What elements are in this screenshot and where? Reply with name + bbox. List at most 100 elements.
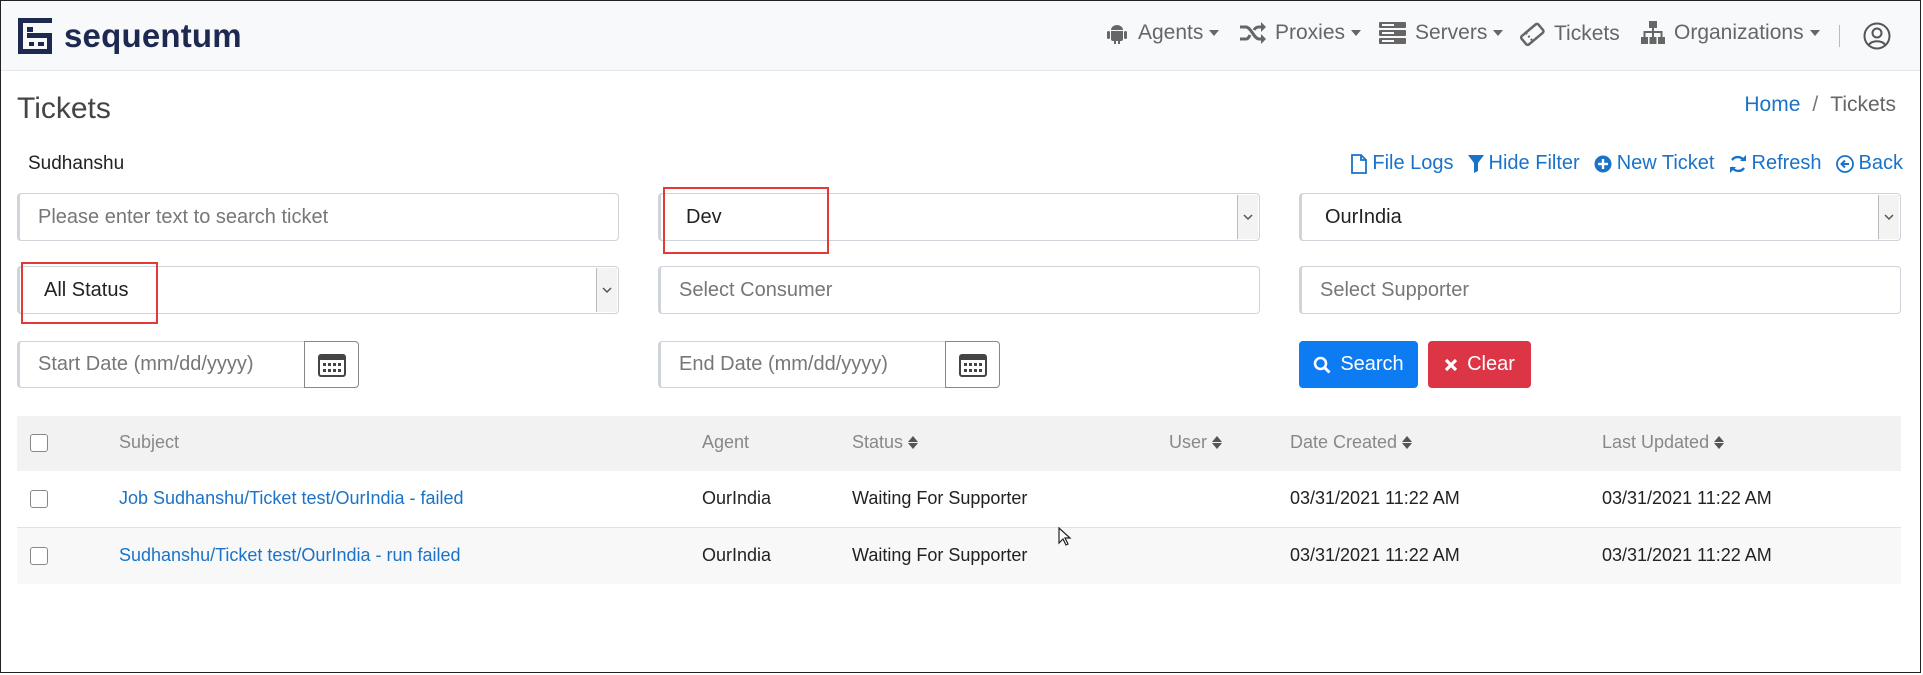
search-button-label: Search <box>1340 353 1404 375</box>
calendar-icon <box>958 353 987 377</box>
mouse-cursor-icon <box>1058 527 1072 546</box>
sort-icon <box>1402 436 1413 449</box>
start-date-picker-button[interactable] <box>304 341 359 388</box>
search-button[interactable]: Search <box>1299 341 1418 388</box>
nav-organizations-label: Organizations <box>1674 21 1804 44</box>
new-ticket-label: New Ticket <box>1616 152 1715 174</box>
chevron-down-icon <box>1493 30 1504 36</box>
sitemap-icon <box>1641 21 1665 44</box>
table-row[interactable]: Job Sudhanshu/Ticket test/OurIndia - fai… <box>17 471 1901 528</box>
nav-agents[interactable]: Agents <box>1105 21 1220 45</box>
column-status-label: Status <box>852 432 904 452</box>
end-date-picker-button[interactable] <box>945 341 1000 388</box>
nav-organizations[interactable]: Organizations <box>1641 21 1820 45</box>
sort-icon <box>1212 436 1223 449</box>
hide-filter-link[interactable]: Hide Filter <box>1467 152 1580 175</box>
supporter-select[interactable]: Select Supporter <box>1299 266 1901 314</box>
consumer-select[interactable]: Select Consumer <box>658 266 1260 314</box>
column-last-updated[interactable]: Last Updated <box>1602 432 1725 453</box>
chevron-down-icon <box>1351 30 1362 36</box>
breadcrumb-home[interactable]: Home <box>1744 93 1800 117</box>
column-user-label: User <box>1169 432 1208 452</box>
nav-servers[interactable]: Servers <box>1379 21 1504 45</box>
ticket-last-updated: 03/31/2021 11:22 AM <box>1602 488 1772 508</box>
user-account-icon[interactable] <box>1863 22 1891 50</box>
column-date-created-label: Date Created <box>1290 432 1398 452</box>
refresh-link[interactable]: Refresh <box>1729 152 1822 175</box>
row-checkbox[interactable] <box>30 547 48 565</box>
ticket-status: Waiting For Supporter <box>852 545 1028 565</box>
chevron-down-icon <box>1209 30 1220 36</box>
clear-button-label: Clear <box>1467 353 1515 375</box>
file-logs-link[interactable]: File Logs <box>1351 152 1454 175</box>
column-subject: Subject <box>119 432 180 452</box>
column-agent: Agent <box>702 432 750 452</box>
highlight-box <box>21 262 158 324</box>
select-all-checkbox[interactable] <box>30 434 48 452</box>
back-label: Back <box>1858 152 1903 174</box>
search-ticket-input[interactable]: Please enter text to search ticket <box>17 193 619 241</box>
ticket-agent: OurIndia <box>702 545 772 565</box>
server-icon <box>1379 22 1406 44</box>
chevron-down-icon <box>1237 195 1258 239</box>
organization-value: OurIndia <box>1325 205 1402 228</box>
arrow-left-circle-icon <box>1835 154 1854 173</box>
top-navbar: sequentum Agents Proxies Servers Tickets… <box>1 1 1920 71</box>
ticket-icon <box>1519 22 1545 47</box>
clear-button[interactable]: Clear <box>1428 341 1531 388</box>
android-icon <box>1107 25 1127 44</box>
end-date-input[interactable]: End Date (mm/dd/yyyy) <box>658 341 946 388</box>
column-last-updated-label: Last Updated <box>1602 432 1710 452</box>
back-link[interactable]: Back <box>1835 152 1903 175</box>
column-user[interactable]: User <box>1169 432 1223 453</box>
ticket-status: Waiting For Supporter <box>852 488 1028 508</box>
ticket-date-created: 03/31/2021 11:22 AM <box>1290 488 1460 508</box>
nav-tickets-label: Tickets <box>1554 22 1620 45</box>
sort-icon <box>908 436 919 449</box>
search-icon <box>1314 356 1331 374</box>
new-ticket-link[interactable]: New Ticket <box>1594 152 1715 175</box>
plus-circle-icon <box>1594 155 1612 172</box>
logo[interactable]: sequentum <box>18 18 242 54</box>
chevron-down-icon <box>596 268 617 312</box>
highlight-box <box>663 187 829 254</box>
shuffle-icon <box>1240 22 1266 44</box>
breadcrumb-separator: / <box>1812 93 1819 116</box>
nav-tickets[interactable]: Tickets <box>1519 21 1620 47</box>
breadcrumb: Home / Tickets <box>1744 93 1896 117</box>
page-title: Tickets <box>17 92 111 125</box>
filter-icon <box>1467 154 1484 173</box>
ticket-subject-link[interactable]: Job Sudhanshu/Ticket test/OurIndia - fai… <box>119 488 464 509</box>
row-checkbox[interactable] <box>30 490 48 508</box>
hide-filter-label: Hide Filter <box>1488 152 1580 174</box>
nav-proxies[interactable]: Proxies <box>1239 21 1362 45</box>
nav-servers-label: Servers <box>1415 21 1488 44</box>
refresh-label: Refresh <box>1751 152 1822 174</box>
nav-agents-label: Agents <box>1138 21 1204 44</box>
nav-proxies-label: Proxies <box>1275 21 1346 44</box>
current-user-name: Sudhanshu <box>28 153 125 174</box>
column-date-created[interactable]: Date Created <box>1290 432 1413 453</box>
logo-text: sequentum <box>64 17 242 54</box>
ticket-agent: OurIndia <box>702 488 772 508</box>
ticket-date-created: 03/31/2021 11:22 AM <box>1290 545 1460 565</box>
table-header: Subject Agent Status User Date Created L… <box>17 416 1901 471</box>
chevron-down-icon <box>1878 195 1899 239</box>
file-icon <box>1351 153 1368 174</box>
organization-select[interactable]: OurIndia <box>1299 193 1901 241</box>
nav-divider <box>1839 25 1840 47</box>
chevron-down-icon <box>1809 30 1820 36</box>
start-date-input[interactable]: Start Date (mm/dd/yyyy) <box>17 341 305 388</box>
action-links: File Logs Hide Filter New Ticket Refresh… <box>1337 152 1903 175</box>
column-status[interactable]: Status <box>852 432 919 453</box>
sort-icon <box>1714 436 1725 449</box>
close-icon <box>1444 358 1458 371</box>
ticket-last-updated: 03/31/2021 11:22 AM <box>1602 545 1772 565</box>
table-row[interactable]: Sudhanshu/Ticket test/OurIndia - run fai… <box>17 528 1901 584</box>
ticket-subject-link[interactable]: Sudhanshu/Ticket test/OurIndia - run fai… <box>119 545 461 566</box>
breadcrumb-current: Tickets <box>1830 93 1896 116</box>
refresh-icon <box>1729 154 1746 173</box>
calendar-icon <box>317 353 346 377</box>
sequentum-logo-icon <box>18 18 52 54</box>
file-logs-label: File Logs <box>1372 152 1454 174</box>
